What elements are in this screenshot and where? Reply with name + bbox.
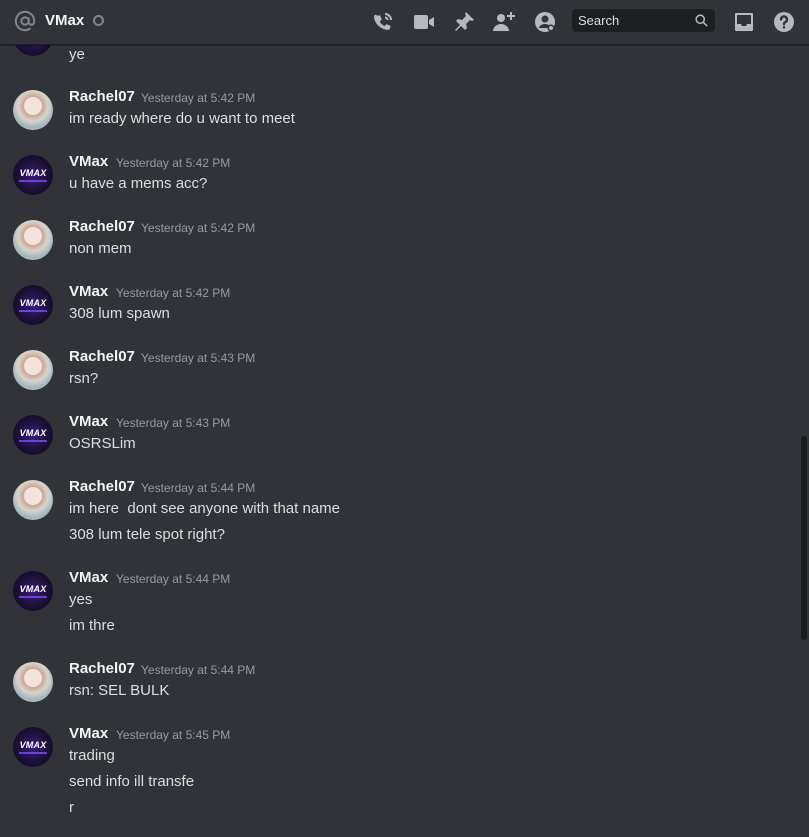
message-text: im thre (69, 617, 115, 634)
message-text: trading (69, 747, 115, 764)
avatar[interactable] (13, 350, 53, 390)
avatar-vmax-logo: VMAX (19, 584, 47, 594)
search-icon (695, 14, 708, 27)
dm-title: VMax (45, 12, 85, 29)
message-author[interactable]: Rachel07 (69, 88, 135, 105)
message-item: VMAX ye (0, 45, 799, 71)
avatar[interactable]: VMAX (13, 155, 53, 195)
message-timestamp: Yesterday at 5:42 PM (141, 91, 256, 105)
message-timestamp: Yesterday at 5:43 PM (116, 416, 231, 430)
message-item: Rachel07 Yesterday at 5:42 PM im ready w… (0, 88, 799, 133)
avatar[interactable]: VMAX (13, 571, 53, 611)
message-author[interactable]: Rachel07 (69, 218, 135, 235)
message-text: send info ill transfe (69, 773, 195, 790)
message-text: im here dont see anyone with that name (69, 500, 340, 517)
scrollbar-thumb[interactable] (801, 436, 807, 640)
message-timestamp: Yesterday at 5:43 PM (141, 351, 256, 365)
message-author[interactable]: VMax (69, 283, 108, 300)
avatar-logo-accent (19, 180, 47, 182)
avatar-vmax-logo: VMAX (19, 168, 47, 178)
avatar-logo-accent (19, 440, 47, 442)
message-item: VMAX VMax Yesterday at 5:43 PM OSRSLim (0, 413, 799, 458)
avatar[interactable]: VMAX (13, 727, 53, 767)
avatar[interactable] (13, 220, 53, 260)
message-text: 308 lum tele spot right? (69, 526, 225, 543)
message-author[interactable]: Rachel07 (69, 478, 135, 495)
offline-status-icon (93, 15, 104, 26)
message-timestamp: Yesterday at 5:44 PM (116, 572, 231, 586)
avatar-vmax-logo: VMAX (19, 298, 47, 308)
message-timestamp: Yesterday at 5:42 PM (141, 221, 256, 235)
search-input[interactable] (572, 9, 688, 32)
user-profile-icon[interactable] (533, 10, 557, 34)
avatar-vmax-logo: VMAX (19, 740, 47, 750)
help-icon[interactable] (772, 10, 796, 34)
message-item: VMAX VMax Yesterday at 5:42 PM u have a … (0, 153, 799, 198)
message-item: VMAX VMax Yesterday at 5:42 PM 308 lum s… (0, 283, 799, 328)
message-author[interactable]: VMax (69, 569, 108, 586)
avatar[interactable] (13, 90, 53, 130)
channel-header: VMax (0, 0, 809, 45)
message-item: VMAX VMax Yesterday at 5:45 PM trading s… (0, 725, 799, 825)
message-text: rsn? (69, 370, 99, 387)
message-item: Rachel07 Yesterday at 5:43 PM rsn? (0, 348, 799, 393)
message-author[interactable]: VMax (69, 413, 108, 430)
message-author[interactable]: Rachel07 (69, 348, 135, 365)
message-text: 308 lum spawn (69, 305, 170, 322)
message-author[interactable]: VMax (69, 725, 108, 742)
search-box[interactable] (572, 9, 715, 32)
avatar[interactable]: VMAX (13, 285, 53, 325)
message-text: u have a mems acc? (69, 175, 208, 192)
phone-call-icon[interactable] (371, 10, 395, 34)
message-text: rsn: SEL BULK (69, 682, 170, 699)
message-timestamp: Yesterday at 5:42 PM (116, 286, 231, 300)
message-timestamp: Yesterday at 5:44 PM (141, 663, 256, 677)
message-author[interactable]: Rachel07 (69, 660, 135, 677)
avatar[interactable] (13, 662, 53, 702)
message-item: VMAX VMax Yesterday at 5:44 PM yes im th… (0, 569, 799, 641)
avatar-logo-accent (19, 596, 47, 598)
message-text: non mem (69, 240, 132, 257)
message-timestamp: Yesterday at 5:42 PM (116, 156, 231, 170)
pin-icon[interactable] (452, 10, 476, 34)
message-item: Rachel07 Yesterday at 5:44 PM im here do… (0, 478, 799, 550)
avatar-logo-accent (19, 752, 47, 754)
message-text: r (69, 799, 74, 816)
message-text: OSRSLim (69, 435, 136, 452)
avatar[interactable]: VMAX (13, 415, 53, 455)
message-author[interactable]: VMax (69, 153, 108, 170)
message-item: Rachel07 Yesterday at 5:44 PM rsn: SEL B… (0, 660, 799, 705)
avatar-logo-accent (19, 310, 47, 312)
avatar-vmax-logo: VMAX (19, 428, 47, 438)
add-friend-icon[interactable] (492, 10, 516, 34)
message-timestamp: Yesterday at 5:44 PM (141, 481, 256, 495)
video-camera-icon[interactable] (412, 10, 436, 34)
message-item: Rachel07 Yesterday at 5:42 PM non mem (0, 218, 799, 263)
message-text: im ready where do u want to meet (69, 110, 295, 127)
message-list[interactable]: VMAX ye Rachel07 Yesterday at 5:42 PM im… (0, 45, 799, 837)
avatar[interactable]: VMAX (13, 45, 53, 56)
avatar[interactable] (13, 480, 53, 520)
message-timestamp: Yesterday at 5:45 PM (116, 728, 231, 742)
message-text: ye (69, 46, 85, 63)
inbox-icon[interactable] (732, 10, 756, 34)
message-text: yes (69, 591, 93, 608)
at-icon (14, 10, 36, 32)
